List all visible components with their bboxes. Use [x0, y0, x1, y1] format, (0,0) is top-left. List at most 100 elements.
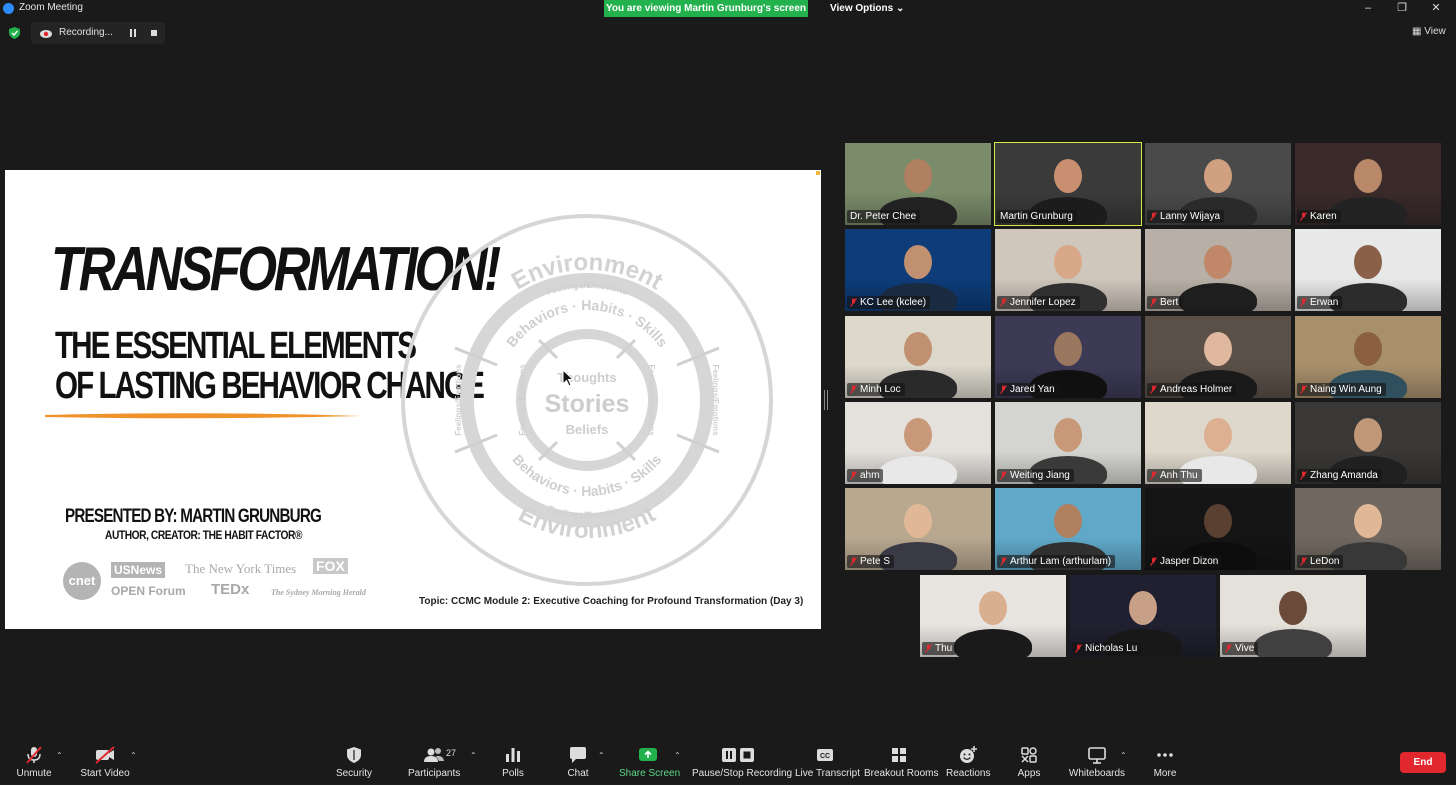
participant-video-tile[interactable]: Jared Yan: [995, 316, 1141, 398]
participant-name-tag: Dr. Peter Chee: [847, 210, 921, 223]
participant-name-tag: Thu: [922, 642, 957, 655]
participant-name: Erwan: [1310, 297, 1339, 308]
logo-tedx: TEDx: [211, 581, 250, 598]
participant-head: [1279, 591, 1307, 625]
more-button[interactable]: More: [1150, 745, 1180, 783]
participant-head: [904, 245, 932, 279]
participant-name: KC Lee (kclee): [860, 297, 927, 308]
share-screen-button[interactable]: Share Screen: [619, 745, 680, 783]
split-divider-handle[interactable]: [824, 390, 828, 410]
maximize-button[interactable]: ❐: [1385, 0, 1419, 17]
participant-name-tag: Jasper Dizon: [1147, 555, 1223, 568]
apps-button[interactable]: Apps: [1014, 745, 1044, 783]
reactions-button[interactable]: Reactions: [946, 745, 990, 783]
whiteboard-icon: [1088, 747, 1106, 764]
participant-video-tile[interactable]: Zhang Amanda: [1295, 402, 1441, 484]
diagram-feelings-left-inner: Feelings/Emotions: [518, 364, 527, 436]
participant-head: [1354, 332, 1382, 366]
participant-head: [1204, 418, 1232, 452]
participant-video-tile[interactable]: Vive: [1220, 575, 1366, 657]
whiteboards-label: Whiteboards: [1068, 768, 1126, 779]
security-button[interactable]: Security: [334, 745, 374, 783]
view-options-button[interactable]: View Options ⌄: [822, 0, 912, 17]
whiteboards-options-caret-icon[interactable]: ⌃: [1120, 751, 1127, 760]
pause-recording-icon[interactable]: [129, 29, 137, 37]
start-video-button[interactable]: Start Video: [80, 745, 130, 783]
breakout-rooms-button[interactable]: Breakout Rooms: [864, 745, 938, 783]
participant-video-tile[interactable]: Jasper Dizon: [1145, 488, 1291, 570]
participant-name: Andreas Holmer: [1160, 384, 1233, 395]
participant-name-tag: Zhang Amanda: [1297, 469, 1382, 482]
whiteboards-button[interactable]: Whiteboards: [1068, 745, 1126, 783]
participant-video-tile[interactable]: Weiting Jiang: [995, 402, 1141, 484]
muted-mic-icon: [1225, 644, 1232, 653]
participant-head: [904, 504, 932, 538]
participant-video-tile[interactable]: Andreas Holmer: [1145, 316, 1291, 398]
logo-usnews: USNews: [111, 562, 166, 578]
video-options-caret-icon[interactable]: ⌃: [130, 751, 137, 760]
apps-icon: [1021, 747, 1037, 763]
participant-head: [1054, 245, 1082, 279]
muted-mic-icon: [925, 644, 932, 653]
participants-options-caret-icon[interactable]: ⌃: [470, 751, 477, 760]
participant-name-tag: Nicholas Lu: [1072, 642, 1142, 655]
unmute-button[interactable]: Unmute: [12, 745, 56, 783]
participant-video-tile[interactable]: Minh Loc: [845, 316, 991, 398]
viewing-screen-banner: You are viewing Martin Grunburg's screen: [604, 0, 808, 17]
diagram-feelings-left-outer: Feelings/Emotions: [454, 364, 463, 436]
more-dots-icon: [1157, 753, 1173, 757]
pause-stop-recording-button[interactable]: Pause/Stop Recording: [692, 745, 792, 783]
shared-screen-slide[interactable]: TRANSFORMATION! THE ESSENTIAL ELEMENTS O…: [5, 170, 821, 629]
polls-button[interactable]: Polls: [498, 745, 528, 783]
participant-head: [979, 591, 1007, 625]
view-button[interactable]: ▦ View: [1412, 26, 1446, 37]
participant-video-tile[interactable]: KC Lee (kclee): [845, 229, 991, 311]
cloud-recording-icon: [40, 30, 52, 38]
participant-video-tile[interactable]: Karen: [1295, 143, 1441, 225]
participant-name-tag: Lanny Wijaya: [1147, 210, 1225, 223]
muted-mic-icon: [1300, 557, 1307, 566]
chat-button[interactable]: Chat: [562, 745, 594, 783]
participant-video-tile[interactable]: LeDon: [1295, 488, 1441, 570]
participant-video-tile[interactable]: Nicholas Lu: [1070, 575, 1216, 657]
participant-name: Martin Grunburg: [1000, 211, 1073, 222]
participant-head: [1129, 591, 1157, 625]
diagram-behaviors-top: Behaviors · Habits · Skills: [503, 297, 671, 350]
participant-video-tile[interactable]: Erwan: [1295, 229, 1441, 311]
participant-video-tile[interactable]: Thu: [920, 575, 1066, 657]
chat-options-caret-icon[interactable]: ⌃: [598, 751, 605, 760]
participant-video-tile[interactable]: Anh Thu: [1145, 402, 1291, 484]
security-shield-icon[interactable]: [9, 27, 20, 39]
participant-video-tile[interactable]: Arthur Lam (arthurlam): [995, 488, 1141, 570]
end-meeting-button[interactable]: End: [1400, 752, 1446, 773]
participant-body: [1179, 283, 1257, 311]
participant-video-tile[interactable]: Naing Win Aung: [1295, 316, 1441, 398]
muted-mic-icon: [1000, 385, 1007, 394]
participant-name: Dr. Peter Chee: [850, 211, 917, 222]
participant-video-tile[interactable]: Jennifer Lopez: [995, 229, 1141, 311]
participant-video-tile[interactable]: Lanny Wijaya: [1145, 143, 1291, 225]
video-off-icon: [95, 746, 115, 764]
participant-head: [1204, 332, 1232, 366]
audio-options-caret-icon[interactable]: ⌃: [56, 751, 63, 760]
muted-mic-icon: [1300, 212, 1307, 221]
participant-video-tile[interactable]: Martin Grunburg: [994, 142, 1142, 226]
zoom-logo-icon: [3, 3, 14, 14]
close-button[interactable]: ✕: [1419, 0, 1453, 17]
participant-video-tile[interactable]: Bert: [1145, 229, 1291, 311]
recording-indicator: Recording...: [31, 22, 165, 44]
live-transcript-button[interactable]: CC Live Transcript: [795, 745, 860, 783]
participant-name-tag: Andreas Holmer: [1147, 383, 1237, 396]
security-icon: [347, 747, 361, 763]
participant-video-tile[interactable]: Pete S: [845, 488, 991, 570]
participant-video-tile[interactable]: Dr. Peter Chee: [845, 143, 991, 225]
participant-name-tag: Vive: [1222, 642, 1259, 655]
share-screen-icon: [639, 748, 657, 761]
share-options-caret-icon[interactable]: ⌃: [674, 751, 681, 760]
chat-icon: [570, 747, 586, 763]
participant-head: [904, 159, 932, 193]
participant-video-tile[interactable]: ahm: [845, 402, 991, 484]
reactions-smiley-icon: [960, 746, 977, 763]
minimize-button[interactable]: –: [1351, 0, 1385, 17]
stop-recording-icon[interactable]: [151, 30, 157, 36]
